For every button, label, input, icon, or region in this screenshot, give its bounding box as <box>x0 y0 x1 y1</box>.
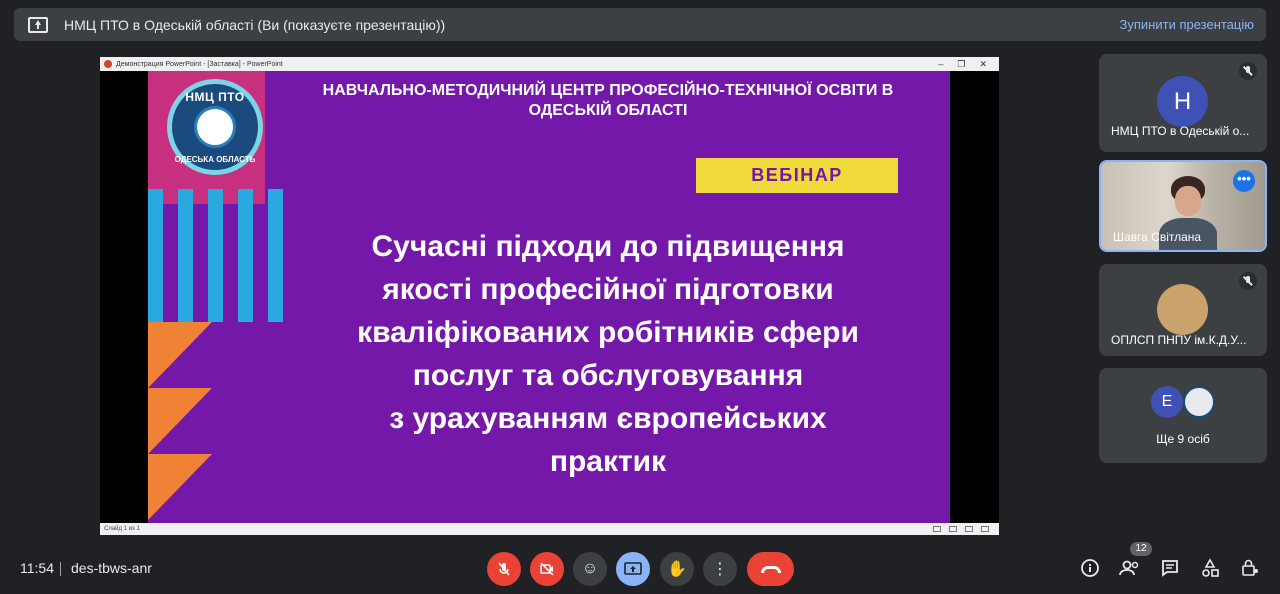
people-button[interactable] <box>1119 557 1141 579</box>
logo-bottom-text: ОДЕСЬКА ОБЛАСТЬ <box>174 155 256 164</box>
ppt-statusbar: Слайд 1 из 1 <box>100 523 999 535</box>
title-line: з урахуванням європейських <box>389 402 827 435</box>
decor-bar <box>238 189 253 322</box>
avatar: Е <box>1151 386 1183 418</box>
more-options-button[interactable]: ⋮ <box>703 552 737 586</box>
meeting-info-button[interactable] <box>1079 557 1101 579</box>
title-line: практик <box>549 445 667 478</box>
participant-name: НМЦ ПТО в Одеській о... <box>1111 124 1250 138</box>
more-participants-tile[interactable]: Е Ще 9 осіб <box>1099 368 1267 463</box>
participant-tile[interactable]: Н НМЦ ПТО в Одеській о... <box>1099 54 1267 152</box>
mic-off-icon <box>1239 272 1257 290</box>
participant-name: ОПЛСП ПНПУ ім.К.Д.У... <box>1111 333 1247 347</box>
decor-triangle <box>148 388 212 454</box>
reactions-button[interactable]: ☺ <box>573 552 607 586</box>
mic-off-icon <box>1239 62 1257 80</box>
decor-bar <box>178 189 193 322</box>
decor-bar <box>268 189 283 322</box>
participant-name: Шавга Світлана <box>1113 230 1202 244</box>
title-line: кваліфікованих робітників сфери <box>357 316 859 349</box>
present-screen-icon <box>624 562 642 575</box>
view-icon[interactable] <box>981 526 989 532</box>
meeting-code: des-tbws-anr <box>71 560 152 576</box>
view-icon[interactable] <box>933 526 941 532</box>
stop-presenting-button[interactable]: Зупинити презентацію <box>1120 17 1254 32</box>
title-line: Сучасні підходи до підвищення <box>371 230 845 263</box>
hangup-icon <box>760 565 781 573</box>
ppt-titlebar: Демонстрация PowerPoint - [Заставка] - P… <box>100 57 999 71</box>
slide-main-title: Сучасні підходи до підвищення якості про… <box>288 225 928 483</box>
people-count-badge: 12 <box>1130 542 1152 556</box>
participant-tile[interactable]: ОПЛСП ПНПУ ім.К.Д.У... <box>1099 264 1267 356</box>
avatar <box>1157 284 1208 335</box>
decor-bar <box>148 189 163 322</box>
decor-triangle <box>148 454 212 520</box>
people-icon <box>1119 560 1139 576</box>
mic-off-icon <box>498 562 510 576</box>
lock-person-icon <box>1242 559 1258 576</box>
chat-icon <box>1162 560 1178 577</box>
camera-off-icon <box>540 562 554 576</box>
more-vert-icon: ⋮ <box>712 561 728 578</box>
leave-call-button[interactable] <box>747 552 794 586</box>
raise-hand-button[interactable]: ✋ <box>660 552 694 586</box>
minimize-icon[interactable]: – <box>938 59 943 70</box>
presentation-banner: НМЦ ПТО в Одеській області (Ви (показуєт… <box>14 8 1266 41</box>
more-participants-label: Ще 9 осіб <box>1156 432 1210 446</box>
presentation-stage: Демонстрация PowerPoint - [Заставка] - P… <box>100 57 999 535</box>
host-controls-button[interactable] <box>1239 557 1261 579</box>
divider <box>60 562 61 576</box>
avatar <box>1183 386 1215 418</box>
camera-toggle-button[interactable] <box>530 552 564 586</box>
present-screen-icon <box>28 16 48 33</box>
hand-icon: ✋ <box>667 561 687 578</box>
chat-button[interactable] <box>1159 557 1181 579</box>
slide-header: НАВЧАЛЬНО-МЕТОДИЧНИЙ ЦЕНТР ПРОФЕСІЙНО-ТЕ… <box>322 82 894 119</box>
banner-title: НМЦ ПТО в Одеській області (Ви (показуєт… <box>64 16 446 33</box>
webinar-badge: ВЕБІНАР <box>696 158 898 193</box>
emoji-icon: ☺ <box>581 560 599 577</box>
info-icon <box>1081 559 1099 577</box>
decor-bar <box>208 189 223 322</box>
clock: 11:54 <box>20 560 54 576</box>
mic-toggle-button[interactable] <box>487 552 521 586</box>
view-icon[interactable] <box>965 526 973 532</box>
powerpoint-icon <box>104 60 112 68</box>
present-now-button[interactable] <box>616 552 650 586</box>
logo-emblem <box>194 106 236 148</box>
more-options-icon[interactable]: ••• <box>1233 170 1255 192</box>
decor-triangle <box>148 322 212 388</box>
activities-button[interactable] <box>1199 557 1221 579</box>
restore-icon[interactable]: ❐ <box>957 59 965 70</box>
view-icon[interactable] <box>949 526 957 532</box>
close-icon[interactable]: ✕ <box>979 59 987 70</box>
slide-counter: Слайд 1 из 1 <box>104 526 140 532</box>
title-line: якості професійної підготовки <box>382 273 834 306</box>
nmc-logo: НМЦ ПТО ОДЕСЬКА ОБЛАСТЬ <box>167 79 263 175</box>
participant-tile-active[interactable]: ••• Шавга Світлана <box>1099 160 1267 252</box>
activities-icon <box>1202 558 1219 577</box>
title-line: послуг та обслуговування <box>412 359 804 392</box>
avatar: Н <box>1157 76 1208 127</box>
slide: НМЦ ПТО ОДЕСЬКА ОБЛАСТЬ НАВЧАЛЬНО-МЕТОДИ… <box>148 71 950 523</box>
logo-top-text: НМЦ ПТО <box>185 90 245 104</box>
ppt-window-title: Демонстрация PowerPoint - [Заставка] - P… <box>116 60 283 68</box>
